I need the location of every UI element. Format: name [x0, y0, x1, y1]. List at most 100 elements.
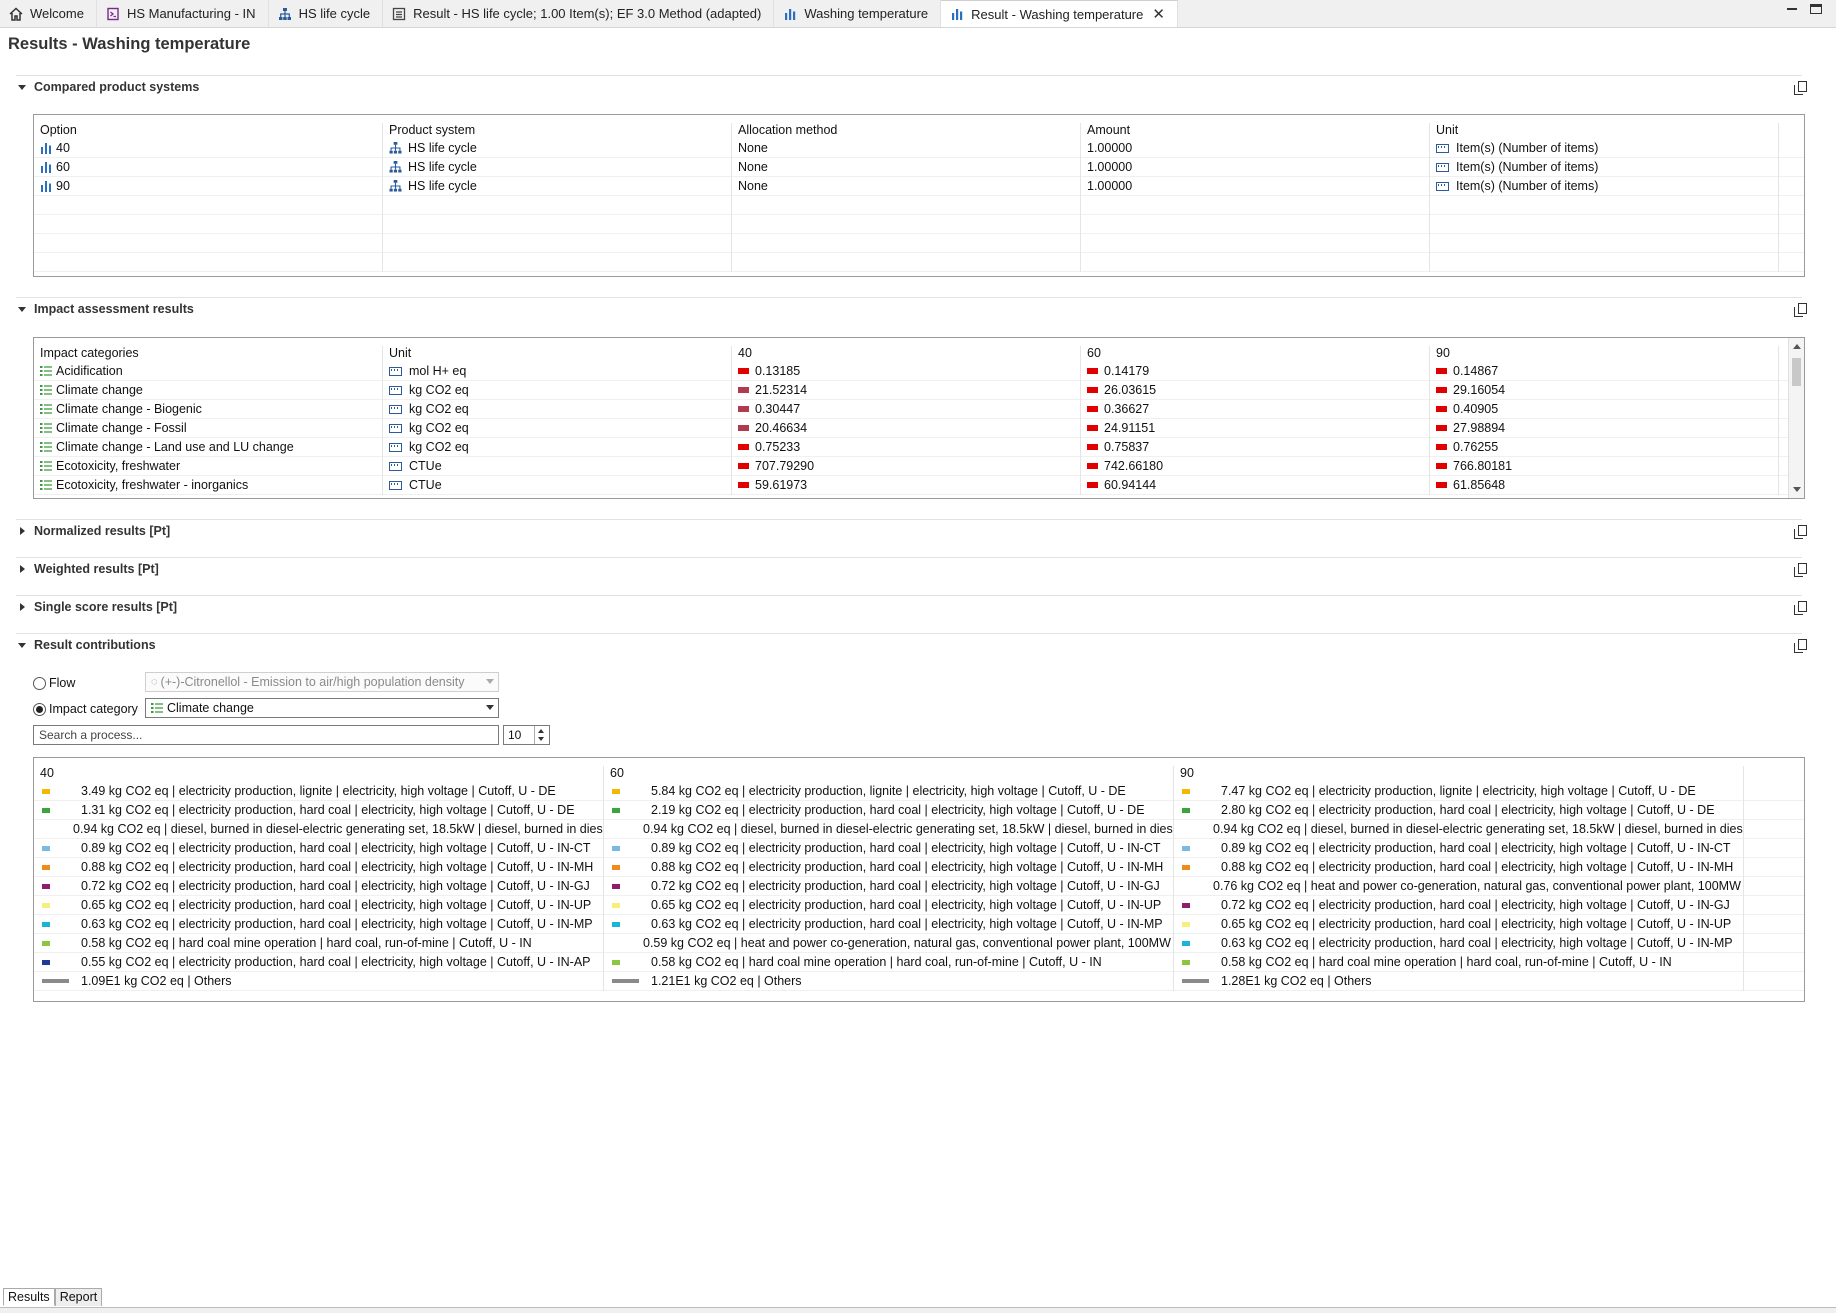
contribution-cell: 0.58 kg CO2 eq | hard coal mine operatio…: [34, 933, 604, 953]
minimize-icon[interactable]: [1786, 4, 1798, 14]
table-row[interactable]: Ecotoxicity, freshwater - inorganics CTUe…: [34, 475, 1804, 495]
impact-category-icon: [40, 422, 52, 434]
option-value: 40: [56, 141, 70, 155]
radio-button[interactable]: [33, 702, 46, 716]
copy-icon[interactable]: [1794, 525, 1808, 539]
column-header[interactable]: 40: [34, 766, 604, 782]
cell-result-v60: 742.66180: [1081, 456, 1430, 476]
copy-icon[interactable]: [1794, 639, 1808, 653]
spin-up-icon[interactable]: [538, 729, 544, 733]
table-row[interactable]: Ecotoxicity, freshwater CTUe 707.79290 742.…: [34, 456, 1804, 476]
column-header[interactable]: 40: [732, 346, 1081, 362]
impact-category-radio[interactable]: Impact category: [33, 702, 138, 716]
tab-result-washing-temperature[interactable]: Result - Washing temperature ✕: [941, 0, 1178, 27]
scroll-down-icon[interactable]: [1793, 487, 1801, 492]
cell-option: 40: [34, 138, 383, 158]
table-row[interactable]: 0.72 kg CO2 eq | electricity production,…: [34, 876, 1804, 896]
table-row[interactable]: 60 HS life cycle None 1.00000 Item(s) (Numbe…: [34, 157, 1804, 177]
table-row[interactable]: 90 HS life cycle None 1.00000 Item(s) (Numbe…: [34, 176, 1804, 196]
table-row[interactable]: Climate change - Land use and LU change k…: [34, 437, 1804, 457]
section-divider: [16, 75, 1802, 76]
column-header[interactable]: Option: [34, 123, 383, 139]
section-impact-assessment[interactable]: Impact assessment results: [18, 302, 194, 316]
column-header[interactable]: 60: [604, 766, 1174, 782]
column-header[interactable]: Unit: [383, 346, 732, 362]
cell-allocation: None: [732, 157, 1081, 177]
scroll-up-icon[interactable]: [1793, 344, 1801, 349]
copy-icon[interactable]: [1794, 303, 1808, 317]
section-result-contributions[interactable]: Result contributions: [18, 638, 156, 652]
column-header[interactable]: Product system: [383, 123, 732, 139]
tab-washing-temperature[interactable]: Washing temperature: [774, 0, 942, 27]
table-row[interactable]: Climate change - Fossil kg CO2 eq 20.46634…: [34, 418, 1804, 438]
table-row[interactable]: 0.94 kg CO2 eq | diesel, burned in diese…: [34, 819, 1804, 839]
maximize-icon[interactable]: [1810, 4, 1822, 14]
result-value: 29.16054: [1453, 383, 1506, 397]
column-header[interactable]: Unit: [1430, 123, 1779, 139]
contributions-table: 40 60 90 3.49 kg CO2 eq | electricity pr…: [33, 757, 1805, 1002]
table-row[interactable]: 1.31 kg CO2 eq | electricity production,…: [34, 800, 1804, 820]
flow-combo[interactable]: ◌ (+-)-Citronellol - Emission to air/hig…: [145, 672, 499, 692]
table-row[interactable]: 0.55 kg CO2 eq | electricity production,…: [34, 952, 1804, 972]
column-header[interactable]: 90: [1430, 346, 1779, 362]
tab-hs-life-cycle[interactable]: HS life cycle: [269, 0, 384, 27]
contribution-text: 1.28E1 kg CO2 eq | Others: [1221, 974, 1372, 988]
count-spinner[interactable]: 10: [503, 725, 550, 745]
tab-label: Result - HS life cycle; 1.00 Item(s); EF…: [413, 6, 762, 21]
table-row[interactable]: 0.63 kg CO2 eq | electricity production,…: [34, 914, 1804, 934]
impact-category-name: Ecotoxicity, freshwater: [56, 459, 181, 473]
table-row[interactable]: 0.58 kg CO2 eq | hard coal mine operatio…: [34, 933, 1804, 953]
radio-button[interactable]: [33, 676, 46, 690]
table-row[interactable]: Climate change - Biogenic kg CO2 eq 0.3044…: [34, 399, 1804, 419]
tab-results[interactable]: Results: [3, 1288, 55, 1306]
contribution-text: 0.63 kg CO2 eq | electricity production,…: [651, 917, 1163, 931]
table-row[interactable]: Acidification mol H+ eq 0.13185 0.14179 0.14…: [34, 361, 1804, 381]
empty-cell: [732, 233, 1081, 253]
amount-value: 1.00000: [1087, 141, 1133, 155]
vertical-scrollbar[interactable]: [1788, 338, 1804, 498]
section-normalized-results[interactable]: Normalized results [Pt]: [18, 524, 170, 538]
editor-tab-bar: Welcome HS Manufacturing - IN HS life cy…: [0, 0, 1836, 28]
flow-radio[interactable]: Flow: [33, 676, 75, 690]
empty-row: [34, 252, 1804, 272]
cell-allocation: None: [732, 138, 1081, 158]
contribution-cell: 0.58 kg CO2 eq | hard coal mine operatio…: [604, 952, 1174, 972]
table-row[interactable]: 0.65 kg CO2 eq | electricity production,…: [34, 895, 1804, 915]
expand-icon: [20, 603, 25, 611]
copy-icon[interactable]: [1794, 563, 1808, 577]
spin-down-icon[interactable]: [538, 737, 544, 741]
table-row[interactable]: 1.09E1 kg CO2 eq | Others 1.21E1 kg CO2 e…: [34, 971, 1804, 991]
contribution-cell: 5.84 kg CO2 eq | electricity production,…: [604, 781, 1174, 801]
table-row[interactable]: Climate change kg CO2 eq 21.52314 26.03615 2…: [34, 380, 1804, 400]
column-header[interactable]: Amount: [1081, 123, 1430, 139]
contribution-color-swatch: [612, 921, 620, 927]
table-row[interactable]: 40 HS life cycle None 1.00000 Item(s) (Numbe…: [34, 138, 1804, 158]
impact-category-icon: [40, 441, 52, 453]
impact-category-combo[interactable]: Climate change: [145, 698, 499, 718]
column-header[interactable]: Impact categories: [34, 346, 383, 362]
tab-report[interactable]: Report: [54, 1288, 103, 1306]
empty-cell: [34, 214, 383, 234]
product-system-name: HS life cycle: [408, 160, 477, 174]
section-single-score[interactable]: Single score results [Pt]: [18, 600, 177, 614]
contribution-cell: 1.28E1 kg CO2 eq | Others: [1174, 971, 1744, 991]
section-weighted-results[interactable]: Weighted results [Pt]: [18, 562, 159, 576]
spinner-arrows[interactable]: [534, 726, 549, 744]
table-row[interactable]: 0.89 kg CO2 eq | electricity production,…: [34, 838, 1804, 858]
column-header[interactable]: 60: [1081, 346, 1430, 362]
table-row[interactable]: 3.49 kg CO2 eq | electricity production,…: [34, 781, 1804, 801]
unit-value: Item(s) (Number of items): [1456, 141, 1599, 155]
column-header[interactable]: 90: [1174, 766, 1744, 782]
column-header[interactable]: Allocation method: [732, 123, 1081, 139]
close-icon[interactable]: ✕: [1152, 5, 1165, 23]
scroll-thumb[interactable]: [1792, 358, 1801, 386]
result-value: 21.52314: [755, 383, 808, 397]
tab-welcome[interactable]: Welcome: [0, 0, 97, 27]
copy-icon[interactable]: [1794, 81, 1808, 95]
copy-icon[interactable]: [1794, 601, 1808, 615]
section-compared-product-systems[interactable]: Compared product systems: [18, 80, 199, 94]
table-row[interactable]: 0.88 kg CO2 eq | electricity production,…: [34, 857, 1804, 877]
process-search-input[interactable]: [33, 725, 499, 745]
tab-result-hs-life-cycle[interactable]: Result - HS life cycle; 1.00 Item(s); EF…: [383, 0, 775, 27]
tab-hs-manufacturing[interactable]: HS Manufacturing - IN: [97, 0, 269, 27]
